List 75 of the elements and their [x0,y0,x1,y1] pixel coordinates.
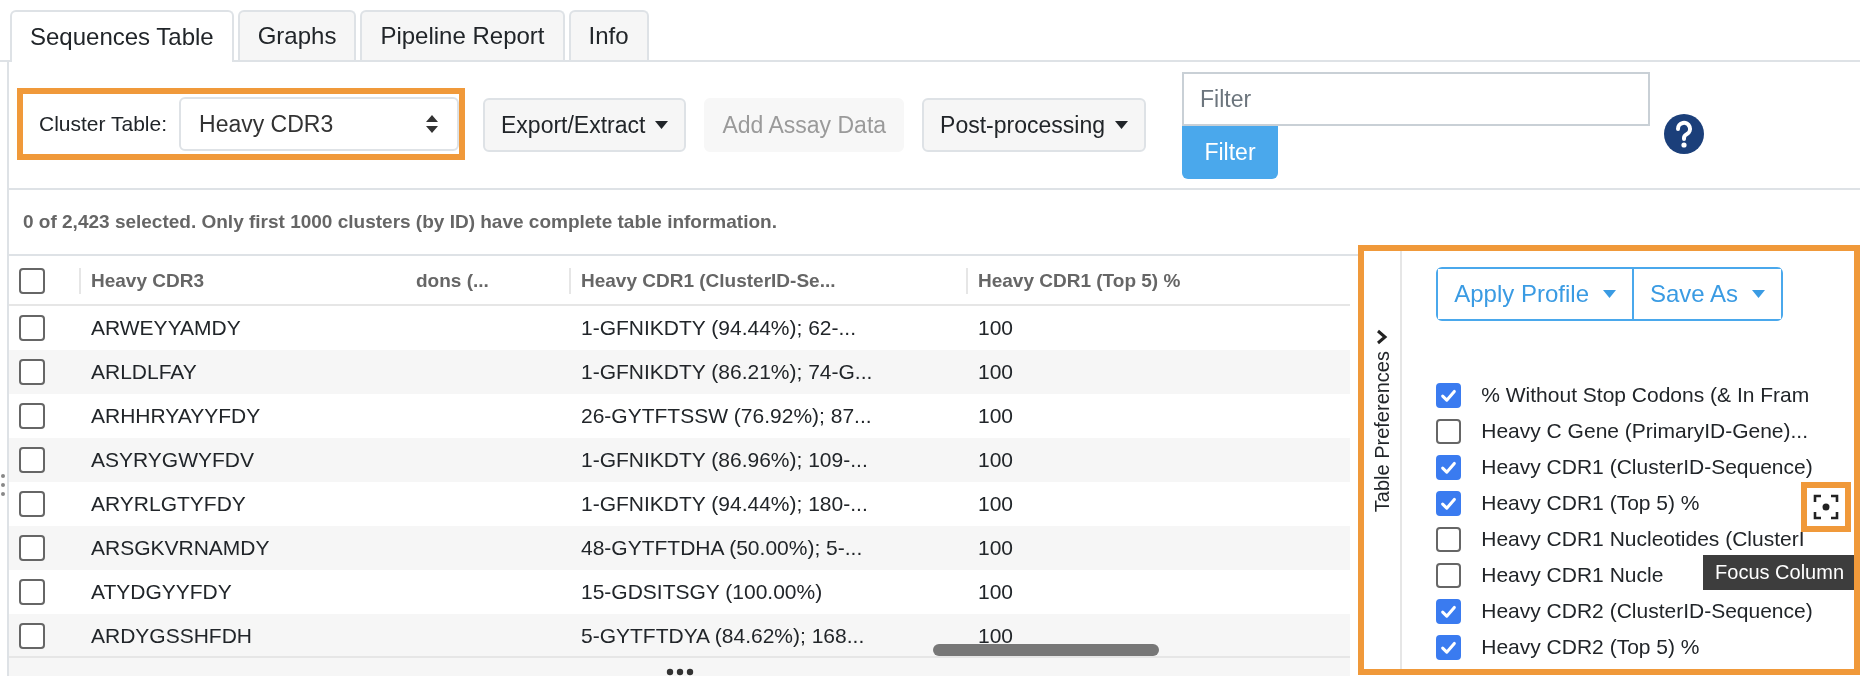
toolbar-button[interactable]: Export/Extract [483,98,687,152]
column-option: Heavy CDR1 (ClusterID-Sequence) [1481,455,1813,479]
table-cell-text: 100 [977,360,1015,384]
checkbox[interactable] [1436,562,1462,588]
checkbox[interactable] [19,535,45,561]
cluster-table-label: Cluster Table: [38,112,168,136]
table-cell-text: 100 [977,536,1015,560]
checkbox[interactable] [1436,490,1462,516]
drag-handle-icon[interactable] [0,472,6,498]
column-option: Heavy CDR1 Nucleotides (ClusterI [1481,527,1805,551]
checkbox[interactable] [1436,418,1462,444]
scrollbar[interactable] [933,644,1159,656]
table-cell-text: ARHHRYAYYFDY [90,404,262,428]
tab[interactable]: Info [568,10,649,60]
tooltip: Focus Column [1703,555,1854,590]
checkbox[interactable] [19,268,45,294]
table-cell-text: ASYRYGWYFDV [90,448,255,472]
checkbox[interactable] [19,359,45,385]
column-option: Heavy C Gene (PrimaryID-Gene)... [1481,419,1809,443]
table-cell-text: 1-GFNIKDTY (86.21%); 74-G... [580,360,874,384]
table-cell-text: 1-GFNIKDTY (86.96%); 109-... [580,448,869,472]
table-cell-text: 5-GYTFTDYA (84.62%); 168... [580,624,866,648]
tab[interactable]: Pipeline Report [360,10,565,60]
selection-info: 0 of 2,423 selected. Only first 1000 clusters (by ID) have complete table information. [23,211,777,233]
caret-icon [1603,290,1616,298]
focus-icon[interactable] [1813,494,1839,520]
cluster-table-select[interactable]: Heavy CDR3 [179,97,459,151]
checkbox[interactable] [1436,454,1462,480]
checkbox[interactable] [19,491,45,517]
checkbox[interactable] [1436,634,1462,660]
table-cell-text: 100 [977,492,1015,516]
table-cell-text: 1-GFNIKDTY (94.44%); 180-... [580,492,869,516]
checkbox[interactable] [19,403,45,429]
column-header[interactable]: dons (... [406,268,569,294]
table-cell-text: ARYRLGTYFDY [90,492,247,516]
table-cell-text: ARWEYYAMDY [90,316,242,340]
column-header[interactable]: Heavy CDR1 (Top 5) % [966,268,1351,294]
toolbar-button[interactable]: Post-processing [922,98,1146,152]
table-cell-text: 100 [977,448,1015,472]
column-header[interactable]: Heavy CDR1 (ClusterID-Se... [569,268,966,294]
column-header[interactable]: Heavy CDR3 [79,268,406,294]
help-icon[interactable] [1664,114,1704,154]
table-cell-text: 100 [977,316,1015,340]
checkbox[interactable] [1436,526,1462,552]
table-cell-text: ARSGKVRNAMDY [90,536,271,560]
checkbox[interactable] [1436,598,1462,624]
table-cell-text: 26-GYTFTSSW (76.92%); 87... [580,404,873,428]
checkbox[interactable] [19,623,45,649]
checkbox[interactable] [1436,382,1462,408]
table-cell-text: 1-GFNIKDTY (94.44%); 62-... [580,316,858,340]
checkbox[interactable] [19,579,45,605]
caret-icon [1752,290,1766,298]
column-option: % Without Stop Codons (& In Fram [1481,383,1810,407]
table-cell-text: 100 [977,624,1015,648]
tab[interactable]: Sequences Table [10,10,234,62]
table-cell-text: ARLDLFAY [90,360,198,384]
checkbox[interactable] [19,315,45,341]
table-cell-text: ARDYGSSHFDH [90,624,254,648]
chevron-icon [1375,329,1390,345]
table-cell-text: 15-GDSITSGY (100.00%) [580,580,824,604]
filter-field[interactable]: Filter [1182,72,1650,126]
table-cell-text: 100 [977,580,1015,604]
caret-icon [1115,121,1128,129]
caret-icon [655,121,669,129]
column-option: Heavy CDR2 (ClusterID-Sequence) [1481,599,1813,623]
table-cell-text: 48-GYTFTDHA (50.00%); 5-... [580,536,864,560]
more-icon[interactable] [664,668,695,676]
column-option: Heavy CDR2 (Top 5) % [1481,635,1700,659]
column-option: Heavy CDR1 (Top 5) % [1481,491,1700,515]
sort-arrows-icon [425,114,439,134]
table-cell-text: 100 [977,404,1015,428]
column-option: Heavy CDR1 Nucle [1481,563,1664,587]
tab[interactable]: Graphs [237,10,357,60]
checkbox[interactable] [19,447,45,473]
table-cell-text: ATYDGYYFDY [90,580,233,604]
